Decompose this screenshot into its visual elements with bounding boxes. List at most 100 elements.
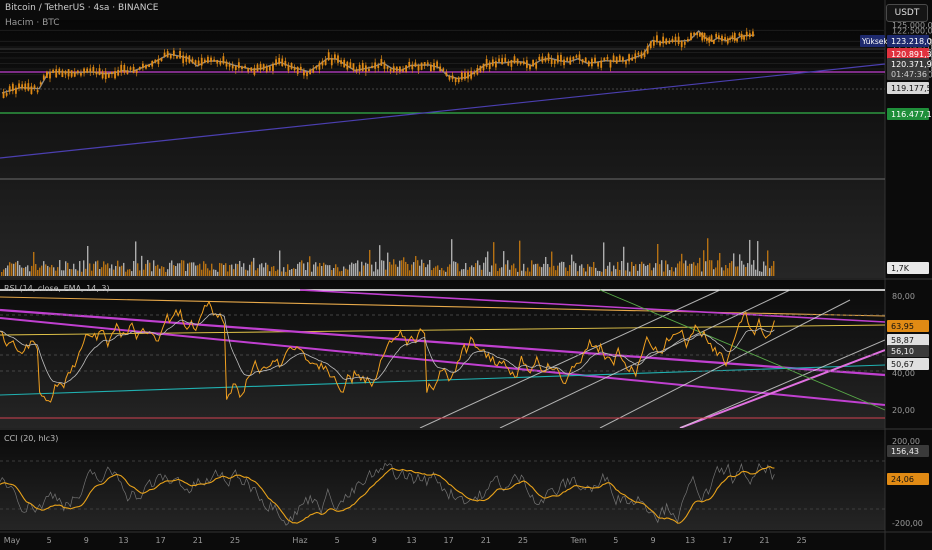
volume-bar — [297, 263, 299, 276]
volume-bar — [331, 270, 333, 276]
volume-bar — [33, 251, 35, 276]
volume-bar — [321, 266, 323, 276]
volume-bar — [493, 242, 495, 276]
volume-bar — [53, 267, 55, 276]
volume-bar — [457, 263, 459, 276]
volume-bar — [739, 254, 741, 276]
time-tick-label: 25 — [518, 536, 528, 545]
volume-bar — [527, 267, 529, 276]
volume-bar — [227, 271, 229, 276]
volume-bar — [661, 260, 663, 276]
volume-bar — [271, 266, 273, 276]
volume-bar — [397, 266, 399, 276]
volume-bar — [419, 265, 421, 276]
volume-bar — [199, 263, 201, 276]
volume-bar — [363, 265, 365, 276]
volume-bar — [187, 263, 189, 276]
volume-bar — [639, 264, 641, 276]
symbol-title[interactable]: Bitcoin / TetherUS · 4sa · BINANCE — [5, 3, 158, 13]
volume-bar — [467, 269, 469, 276]
volume-bar — [591, 267, 593, 276]
volume-bar — [357, 260, 359, 276]
volume-bar — [727, 268, 729, 276]
currency-button[interactable]: USDT — [886, 4, 928, 22]
volume-bar — [759, 271, 761, 276]
volume-bar — [369, 249, 371, 276]
volume-bar — [25, 266, 27, 276]
volume-bar — [147, 260, 149, 276]
volume-bar — [485, 257, 487, 276]
volume-bar — [251, 261, 253, 276]
volume-bar — [117, 260, 119, 276]
volume-bar — [525, 271, 527, 276]
volume-bar — [155, 265, 157, 276]
volume-bar — [217, 271, 219, 276]
volume-bar — [581, 264, 583, 276]
volume-bar — [557, 265, 559, 276]
volume-bar — [267, 264, 269, 276]
time-tick-label: 21 — [193, 536, 203, 545]
last-price-tag: 120.371,92 — [891, 60, 932, 69]
volume-bar — [507, 260, 509, 276]
volume-bar — [767, 250, 769, 276]
volume-bar — [473, 267, 475, 276]
volume-bar — [193, 262, 195, 276]
volume-bar — [97, 260, 99, 276]
volume-bar — [157, 264, 159, 276]
volume-bar — [685, 260, 687, 276]
time-tick-label: 17 — [444, 536, 454, 545]
time-tick-label: 9 — [84, 536, 89, 545]
volume-bar — [747, 263, 749, 276]
volume-bar — [443, 270, 445, 276]
volume-bar — [459, 271, 461, 276]
volume-bar — [683, 263, 685, 276]
volume-bar — [445, 271, 447, 276]
volume-bar — [585, 271, 587, 276]
volume-bar — [231, 264, 233, 276]
volume-bar — [421, 259, 423, 276]
volume-bar — [61, 270, 63, 276]
volume-bar — [235, 263, 237, 276]
volume-bar — [601, 271, 603, 276]
volume-bar — [765, 265, 767, 276]
volume-bar — [519, 240, 521, 276]
price-tick-label: 122.500,00 — [892, 26, 932, 35]
volume-bar — [537, 263, 539, 276]
volume-bar — [607, 265, 609, 276]
volume-bar — [391, 264, 393, 276]
trading-chart[interactable]: 125.000,00122.500,00117.500,00115.000,00… — [0, 0, 932, 550]
volume-bar — [3, 269, 5, 276]
volume-bar — [761, 271, 763, 276]
volume-bar — [731, 261, 733, 276]
volume-bar — [471, 265, 473, 276]
volume-bar — [107, 263, 109, 276]
volume-tag: 1,7K — [891, 264, 910, 273]
time-tick-label: May — [4, 536, 21, 545]
volume-bar — [715, 267, 717, 276]
volume-bar — [185, 271, 187, 276]
volume-bar — [341, 270, 343, 276]
volume-bar — [705, 261, 707, 276]
volume-bar — [79, 261, 81, 276]
volume-bar — [401, 260, 403, 276]
volume-bar — [395, 264, 397, 276]
volume-bar — [751, 264, 753, 276]
volume-bar — [263, 267, 265, 276]
rsi-value-tag: 58,87 — [891, 336, 914, 345]
volume-bar — [641, 261, 643, 276]
volume-bar — [153, 260, 155, 276]
volume-bar — [491, 265, 493, 276]
volume-bar — [35, 264, 37, 276]
volume-bar — [307, 262, 309, 276]
volume-bar — [545, 256, 547, 276]
volume-bar — [433, 267, 435, 276]
volume-bar — [417, 260, 419, 276]
volume-bar — [615, 269, 617, 276]
volume-bar — [47, 265, 49, 276]
volume-bar — [629, 271, 631, 276]
volume-bar — [625, 270, 627, 276]
volume-bar — [131, 271, 133, 276]
green-level-tag: 116.477,16 — [891, 110, 932, 119]
volume-bar — [123, 262, 125, 276]
volume-bar — [309, 256, 311, 276]
